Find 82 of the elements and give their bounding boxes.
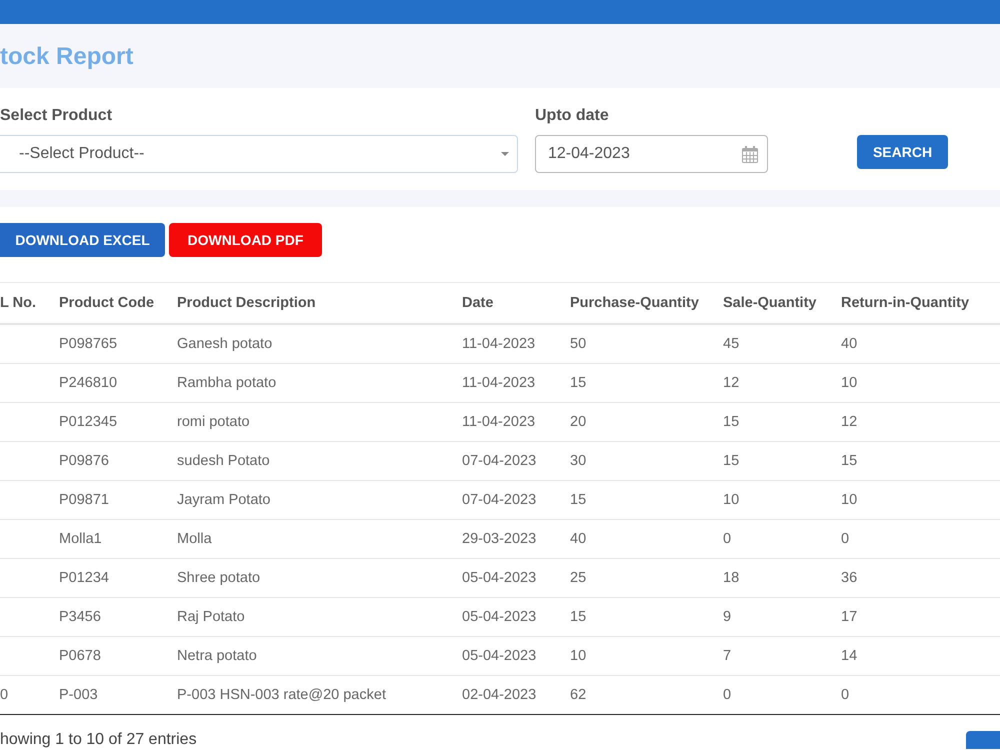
table-cell: 18 <box>723 570 740 586</box>
table-cell: 05-04-2023 <box>462 609 536 625</box>
table-cell: Molla <box>177 531 212 547</box>
table-cell: 12 <box>723 375 740 391</box>
table-cell: romi potato <box>177 414 250 430</box>
table-cell: 15 <box>723 453 740 469</box>
table-cell: 36 <box>841 570 858 586</box>
table-cell: 10 <box>723 492 740 508</box>
table-cell: P09871 <box>59 492 109 508</box>
table-cell: 29-03-2023 <box>462 531 536 547</box>
table-cell: 25 <box>570 570 586 586</box>
select-value: --Select Product-- <box>19 145 144 163</box>
table-cell: 10 <box>570 648 586 664</box>
table-cell: 0 <box>723 687 732 703</box>
table-cell: sudesh Potato <box>177 453 270 469</box>
table-cell: Raj Potato <box>177 609 245 625</box>
table-cell: 0 <box>841 531 850 547</box>
table-cell: 11-04-2023 <box>462 375 536 391</box>
table-cell: 12 <box>841 414 858 430</box>
table-cell: 11-04-2023 <box>462 414 536 430</box>
table-cell: 07-04-2023 <box>462 453 536 469</box>
field-label: Upto date <box>535 106 609 126</box>
column-header: Product Code <box>59 295 154 311</box>
table-cell: 62 <box>570 687 586 703</box>
table-cell: 05-04-2023 <box>462 570 536 586</box>
table-cell: 10 <box>841 492 858 508</box>
table-cell: P3456 <box>59 609 101 625</box>
table-cell: Rambha potato <box>177 375 276 391</box>
page-title: tock Report <box>0 42 134 72</box>
table-cell: 11-04-2023 <box>462 336 536 352</box>
table-cell: 9 <box>723 609 732 625</box>
entries-info: howing 1 to 10 of 27 entries <box>0 731 197 749</box>
table-cell: 05-04-2023 <box>462 648 536 664</box>
table-cell: P098765 <box>59 336 118 352</box>
table-cell: P-003 HSN-003 rate@20 packet <box>177 687 386 703</box>
table-cell: Ganesh potato <box>177 336 272 352</box>
table-cell: 15 <box>841 453 858 469</box>
table-cell: 15 <box>723 414 740 430</box>
column-header: L No. <box>0 295 36 311</box>
table-cell: 0 <box>723 531 732 547</box>
table-cell: 30 <box>570 453 586 469</box>
product-select[interactable]: --Select Product-- <box>0 135 518 173</box>
date-value: 12-04-2023 <box>548 145 630 163</box>
table-cell: 20 <box>570 414 586 430</box>
table-cell: 40 <box>841 336 858 352</box>
date-field[interactable]: 12-04-2023 <box>535 135 768 173</box>
column-header: Product Description <box>177 295 316 311</box>
table-cell: 0 <box>0 687 8 703</box>
table-cell: 50 <box>570 336 586 352</box>
table-cell: 15 <box>570 375 586 391</box>
table-cell: 15 <box>570 492 586 508</box>
download-pdf-button[interactable]: DOWNLOAD PDF <box>169 223 322 257</box>
table-cell: P01234 <box>59 570 109 586</box>
table-cell: 0 <box>841 687 850 703</box>
table-cell: P-003 <box>59 687 98 703</box>
caret-icon <box>501 152 509 156</box>
column-header: Return-in-Quantity <box>841 295 970 311</box>
table-cell: Netra potato <box>177 648 257 664</box>
column-header: Date <box>462 295 494 311</box>
table-cell: 07-04-2023 <box>462 492 536 508</box>
table-cell: Molla1 <box>59 531 102 547</box>
table-cell: P012345 <box>59 414 118 430</box>
table-cell: 15 <box>570 609 586 625</box>
table-cell: 14 <box>841 648 858 664</box>
table-cell: 02-04-2023 <box>462 687 536 703</box>
table-cell: Jayram Potato <box>177 492 270 508</box>
table-cell: 17 <box>841 609 858 625</box>
table-cell: 40 <box>570 531 586 547</box>
table-cell: 45 <box>723 336 740 352</box>
table-cell: P246810 <box>59 375 118 391</box>
download-excel-button[interactable]: DOWNLOAD EXCEL <box>0 223 165 257</box>
calendar-icon <box>742 146 758 162</box>
search-button[interactable]: SEARCH <box>857 135 948 169</box>
table-cell: 7 <box>723 648 732 664</box>
table-cell: P09876 <box>59 453 109 469</box>
column-header: Sale-Quantity <box>723 295 816 311</box>
pagination-button[interactable] <box>966 731 1000 749</box>
table-cell: 10 <box>841 375 858 391</box>
field-label: Select Product <box>0 106 112 126</box>
table-cell: P0678 <box>59 648 101 664</box>
column-header: Purchase-Quantity <box>570 295 699 311</box>
table-cell: Shree potato <box>177 570 260 586</box>
